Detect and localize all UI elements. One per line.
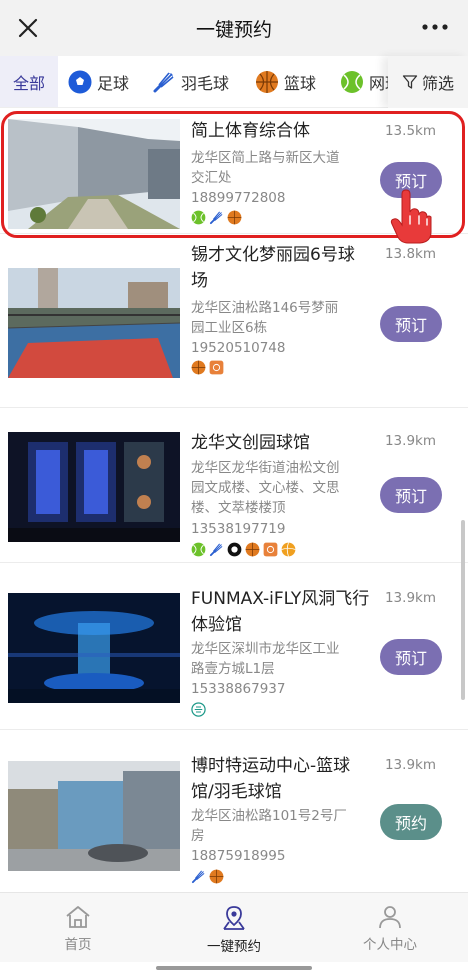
tab-badminton[interactable]: 羽毛球 — [152, 56, 230, 107]
venue-distance: 13.8km — [384, 246, 436, 262]
tab-booking[interactable]: 一键预约 — [156, 893, 312, 959]
venue-sports — [191, 702, 206, 717]
wind-tunnel-icon — [191, 702, 206, 717]
volleyball-icon — [281, 542, 296, 557]
book-button[interactable]: 预约 — [380, 804, 442, 840]
tab-soccer[interactable]: 足球 — [68, 56, 130, 107]
tab-label: 足球 — [97, 74, 130, 93]
billiards-icon — [227, 542, 242, 557]
venue-distance: 13.9km — [384, 433, 436, 449]
pointing-hand-icon — [390, 189, 432, 244]
tab-label: 一键预约 — [207, 939, 261, 955]
location-pin-icon — [223, 906, 245, 930]
tab-home[interactable]: 首页 — [0, 893, 156, 959]
venue-address: 龙华区油松路101号2号厂房 — [191, 808, 347, 844]
tennis-ball-icon — [191, 542, 206, 557]
venue-distance: 13.9km — [384, 590, 436, 606]
venue-item[interactable]: 龙华文创园球馆 13.9km 龙华区龙华街道油松文创园文成楼、文心楼、文思楼、文… — [0, 408, 468, 563]
venue-phone: 18875918995 — [191, 848, 286, 864]
shuttlecock-icon — [209, 543, 223, 557]
venue-photo — [8, 432, 180, 542]
venue-address: 龙华区龙华街道油松文创园文成楼、文心楼、文思楼、文萃楼楼顶 — [191, 460, 340, 516]
court-icon — [209, 360, 224, 375]
book-button[interactable]: 预订 — [380, 477, 442, 513]
venue-distance: 13.9km — [384, 757, 436, 773]
venue-name: 锡才文化梦丽园6号球场 — [191, 245, 355, 291]
tab-label: 羽毛球 — [181, 74, 230, 93]
tab-all[interactable]: 全部 — [0, 56, 58, 107]
venue-photo — [8, 593, 180, 703]
basketball-icon — [256, 71, 278, 93]
venue-item[interactable]: 锡才文化梦丽园6号球场 13.8km 龙华区油松路146号梦丽园工业区6栋 19… — [0, 234, 468, 408]
shuttlecock-icon — [191, 870, 205, 884]
venue-photo — [8, 761, 180, 871]
scrollbar[interactable] — [461, 520, 465, 700]
book-button[interactable]: 预订 — [380, 306, 442, 342]
venue-phone: 15338867937 — [191, 681, 286, 697]
tennis-ball-icon — [341, 71, 363, 93]
venue-address: 龙华区深圳市龙华区工业路壹方城L1层 — [191, 641, 340, 677]
tab-basketball[interactable]: 篮球 — [255, 56, 317, 107]
venue-phone: 13538197719 — [191, 521, 286, 537]
basketball-icon — [191, 360, 206, 375]
venue-item[interactable]: FUNMAX-iFLY风洞飞行体验馆 13.9km 龙华区深圳市龙华区工业路壹方… — [0, 563, 468, 730]
tab-label: 篮球 — [284, 74, 317, 93]
venue-address: 龙华区油松路146号梦丽园工业区6栋 — [191, 300, 339, 336]
filter-label: 筛选 — [421, 74, 454, 93]
tab-label: 个人中心 — [363, 937, 417, 953]
venue-sports — [191, 360, 224, 375]
soccer-ball-icon — [68, 70, 92, 94]
venue-sports — [191, 542, 296, 557]
bottom-tab-bar: 首页 一键预约 个人中心 — [0, 892, 468, 962]
court-icon — [263, 542, 278, 557]
home-icon — [66, 906, 90, 928]
more-options-icon[interactable] — [420, 16, 450, 38]
venue-photo — [8, 268, 180, 378]
user-icon — [379, 906, 401, 929]
basketball-icon — [245, 542, 260, 557]
tab-label: 全部 — [12, 74, 45, 93]
filter-button[interactable]: 筛选 — [388, 56, 468, 108]
venue-phone: 19520510748 — [191, 340, 286, 356]
venue-name: FUNMAX-iFLY风洞飞行体验馆 — [191, 589, 370, 635]
home-indicator — [156, 966, 312, 970]
venue-name: 博时特运动中心-篮球馆/羽毛球馆 — [191, 756, 351, 802]
tab-label: 首页 — [64, 937, 92, 953]
title-bar: 一键预约 — [0, 0, 468, 56]
venue-name: 龙华文创园球馆 — [191, 433, 310, 453]
shuttlecock-icon — [153, 72, 174, 93]
page-title: 一键预约 — [195, 19, 272, 41]
funnel-icon — [402, 75, 418, 89]
venue-item[interactable]: 博时特运动中心-篮球馆/羽毛球馆 13.9km 龙华区油松路101号2号厂房 1… — [0, 730, 468, 892]
tab-profile[interactable]: 个人中心 — [312, 893, 468, 959]
basketball-icon — [209, 869, 224, 884]
venue-sports — [191, 869, 224, 884]
book-button[interactable]: 预订 — [380, 639, 442, 675]
